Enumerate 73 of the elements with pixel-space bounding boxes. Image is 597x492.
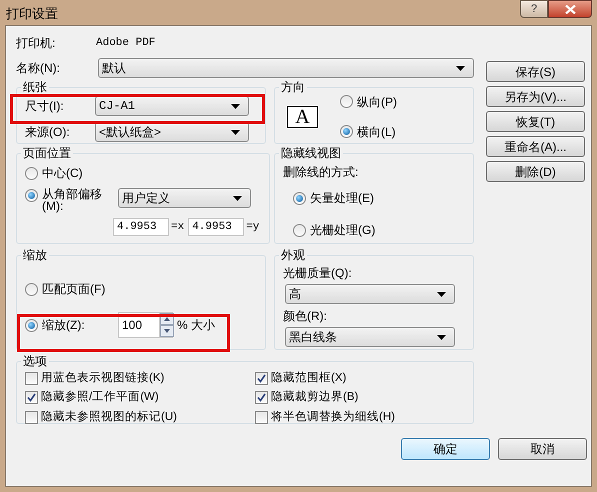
radio-button[interactable]	[25, 318, 38, 332]
checkbox[interactable]	[25, 372, 38, 386]
checkbox[interactable]	[25, 410, 38, 424]
radio-label: 横向(L)	[357, 124, 396, 140]
dropdown[interactable]: CJ-A1	[95, 96, 249, 116]
checkbox-label: 用蓝色表示视图链接(K)	[41, 370, 164, 386]
dropdown[interactable]: 用户定义	[118, 188, 251, 208]
radio-label: 匹配页面(F)	[42, 281, 106, 298]
checkbox-label: 将半色调替换为细线(H)	[271, 410, 395, 424]
caret-icon	[456, 66, 465, 70]
printer-name: Adobe PDF	[96, 36, 156, 51]
dropdown[interactable]: 默认	[98, 58, 474, 78]
radio-label: 矢量处理(E)	[310, 190, 374, 207]
field-label: 光栅质量(Q):	[283, 265, 353, 282]
caret-icon	[233, 196, 242, 200]
window-title: 打印设置	[6, 5, 58, 23]
group-title: 页面位置	[23, 146, 71, 160]
radio-button[interactable]	[25, 189, 38, 202]
group-title: 纸张	[23, 80, 47, 94]
group-title: 方向	[281, 80, 305, 94]
field-label: 尺寸(I):	[25, 98, 65, 115]
checkbox[interactable]	[25, 391, 38, 404]
radio-button[interactable]	[340, 125, 353, 138]
dropdown[interactable]: 黑白线条	[285, 327, 455, 347]
caret-icon	[231, 104, 240, 108]
checkbox[interactable]	[255, 391, 268, 404]
radio-label: 纵向(P)	[357, 94, 397, 110]
radio-label: 缩放(Z):	[42, 317, 85, 334]
side-button[interactable]: 删除(D)	[486, 161, 585, 182]
radio-label: 光栅处理(G)	[310, 222, 376, 239]
help-button[interactable]: ?	[520, 0, 548, 18]
unit-label: % 大小	[177, 317, 216, 334]
side-button[interactable]: 另存为(V)...	[486, 86, 585, 107]
field-label: 来源(O):	[25, 124, 71, 141]
axis-label: =x	[171, 220, 184, 235]
group-title: 缩放	[23, 248, 47, 262]
side-button[interactable]: 重命名(A)...	[486, 136, 585, 157]
number-field[interactable]: 4.9953	[188, 218, 244, 236]
field-label: 打印机:	[16, 35, 56, 52]
dropdown[interactable]: 高	[285, 284, 455, 304]
radio-label: 从角部偏移(M):	[42, 188, 103, 212]
radio-button[interactable]	[25, 166, 38, 180]
radio-label: 中心(C)	[42, 165, 83, 182]
dialog-button[interactable]: 取消	[498, 438, 587, 460]
group-title: 外观	[281, 248, 305, 262]
close-icon	[564, 4, 576, 14]
group-title: 选项	[23, 354, 47, 368]
page-preview: A	[287, 106, 318, 128]
percent-field[interactable]: 100	[119, 313, 159, 337]
checkbox-label: 隐藏参照/工作平面(W)	[41, 390, 159, 406]
checkbox-label: 隐藏未参照视图的标记(U)	[41, 410, 177, 424]
number-field[interactable]: 4.9953	[113, 218, 169, 236]
field-label: 删除线的方式:	[283, 164, 360, 181]
field-label: 颜色(R):	[283, 308, 328, 325]
field-label: 名称(N):	[16, 60, 61, 77]
close-button[interactable]	[548, 0, 592, 18]
dialog-button[interactable]: 确定	[401, 438, 490, 460]
radio-button[interactable]	[293, 224, 306, 236]
caret-icon	[437, 292, 446, 296]
caret-icon	[231, 130, 240, 134]
radio-button[interactable]	[293, 192, 306, 204]
checkbox[interactable]	[255, 410, 268, 424]
caret-icon	[437, 334, 446, 340]
dropdown[interactable]: <默认纸盒>	[95, 122, 249, 142]
radio-button[interactable]	[25, 282, 38, 296]
side-button[interactable]: 保存(S)	[486, 61, 585, 82]
checkbox[interactable]	[255, 372, 268, 386]
checkbox-label: 隐藏范围框(X)	[271, 370, 346, 386]
axis-label: =y	[246, 220, 260, 235]
group-title: 隐藏线视图	[281, 146, 341, 160]
checkbox-label: 隐藏裁剪边界(B)	[271, 389, 358, 406]
radio-button[interactable]	[340, 95, 353, 108]
side-button[interactable]: 恢复(T)	[486, 111, 585, 132]
